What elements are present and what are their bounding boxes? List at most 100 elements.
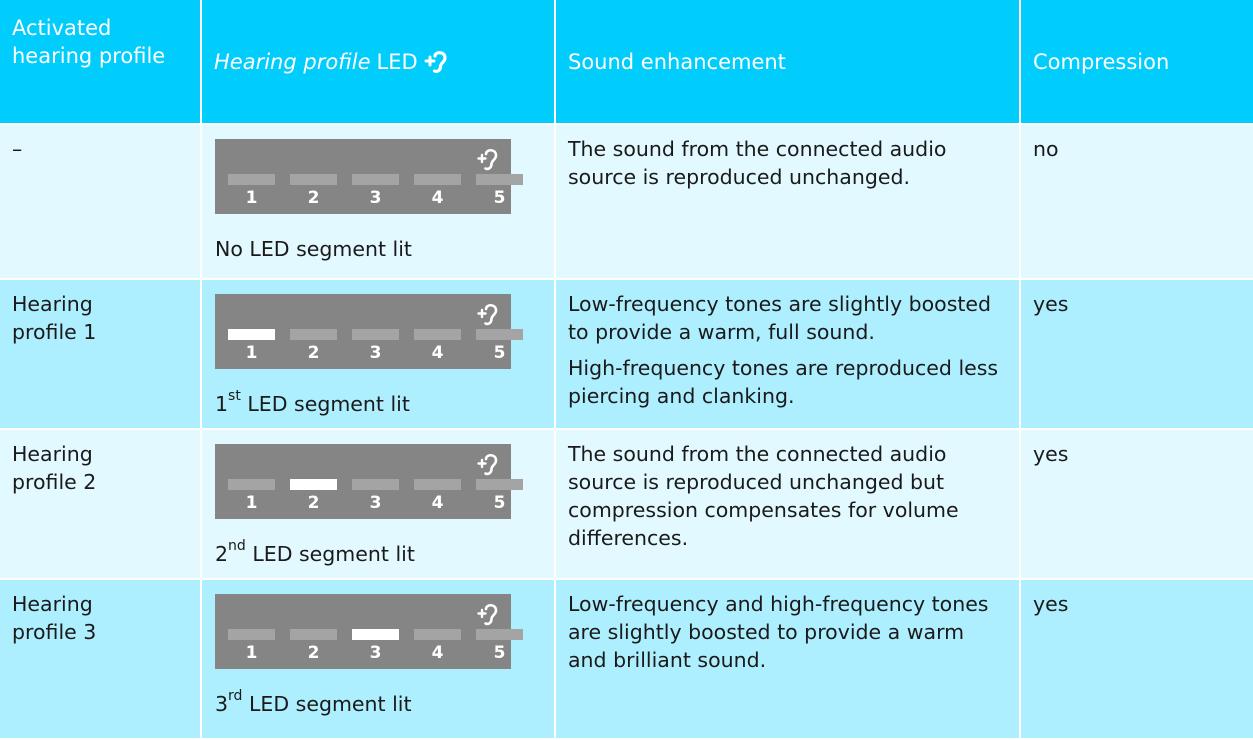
led-segment-1: [228, 479, 275, 490]
led-number-2: 2: [307, 188, 320, 208]
led-segment-2: [290, 629, 337, 640]
hearing-profile-table: Activated hearing profile Hearing profil…: [0, 0, 1253, 740]
profile-cell: Hearing profile 3: [0, 580, 202, 740]
led-segment-1: [228, 174, 275, 185]
header-compression: Compression: [1021, 0, 1253, 125]
led-segment-1: [228, 329, 275, 340]
led-caption: 3rd LED segment lit: [215, 685, 554, 718]
led-segment-3: [352, 629, 399, 640]
led-segment-5: [476, 479, 523, 490]
sound-enhancement-cell: Low-frequency tones are slightly boosted…: [556, 280, 1021, 430]
led-cell: 1 2 3 4 5 3rd LED segment lit: [202, 580, 556, 740]
led-cell: 1 2 3 4 5 No LED segment lit: [202, 125, 556, 280]
led-panel: 1 2 3 4 5: [215, 139, 523, 214]
hearing-profile-ear-icon: [424, 50, 447, 73]
profile-name: Hearing profile 1: [12, 292, 97, 344]
sound-enhancement-text: High-frequency tones are reproduced less…: [568, 356, 999, 408]
led-segment-3: [352, 174, 399, 185]
led-caption-ordinal: nd: [228, 538, 246, 554]
compression-value: yes: [1033, 592, 1069, 616]
led-segment-4: [414, 629, 461, 640]
led-number-2: 2: [307, 643, 320, 663]
led-segment-3: [352, 329, 399, 340]
compression-cell: yes: [1021, 580, 1253, 740]
sound-enhancement-cell: The sound from the connected audio sourc…: [556, 125, 1021, 280]
hearing-profile-ear-icon: [477, 148, 498, 171]
led-number-4: 4: [431, 643, 444, 663]
led-segment-4: [414, 479, 461, 490]
profile-name: Hearing profile 2: [12, 442, 97, 494]
led-segment-4: [414, 329, 461, 340]
led-segment-2: [290, 329, 337, 340]
header-sound-enhancement: Sound enhancement: [556, 0, 1021, 125]
sound-enhancement-text: The sound from the connected audio sourc…: [568, 442, 959, 550]
led-caption-suffix: LED segment lit: [240, 391, 410, 416]
sound-enhancement-text: The sound from the connected audio sourc…: [568, 137, 947, 189]
led-number-4: 4: [431, 343, 444, 363]
led-number-5: 5: [493, 493, 506, 513]
hearing-profile-ear-icon: [477, 303, 498, 326]
led-number-1: 1: [245, 643, 258, 663]
profile-cell: Hearing profile 2: [0, 430, 202, 580]
led-number-2: 2: [307, 343, 320, 363]
led-caption-ordinal: rd: [228, 688, 243, 704]
compression-cell: no: [1021, 125, 1253, 280]
led-caption: No LED segment lit: [215, 230, 554, 263]
led-number-4: 4: [431, 493, 444, 513]
compression-cell: yes: [1021, 280, 1253, 430]
led-number-3: 3: [369, 188, 382, 208]
sound-enhancement-cell: Low-frequency and high-frequency tones a…: [556, 580, 1021, 740]
led-caption-text: 3: [215, 691, 229, 716]
led-segment-5: [476, 329, 523, 340]
led-caption-text: 1: [215, 391, 229, 416]
sound-enhancement-cell: The sound from the connected audio sourc…: [556, 430, 1021, 580]
header-compression-label: Compression: [1033, 49, 1170, 74]
led-number-4: 4: [431, 188, 444, 208]
hearing-profile-ear-icon: [477, 603, 498, 626]
led-number-1: 1: [245, 188, 258, 208]
header-led: Hearing profile LED: [202, 0, 556, 125]
led-number-5: 5: [493, 343, 506, 363]
led-number-5: 5: [493, 188, 506, 208]
led-number-1: 1: [245, 343, 258, 363]
led-number-3: 3: [369, 643, 382, 663]
led-number-2: 2: [307, 493, 320, 513]
led-panel: 1 2 3 4 5: [215, 444, 523, 519]
sound-enhancement-text: Low-frequency tones are slightly boosted…: [568, 292, 992, 344]
header-activated-profile: Activated hearing profile: [0, 0, 202, 125]
compression-value: yes: [1033, 442, 1069, 466]
led-panel: 1 2 3 4 5: [215, 594, 523, 669]
led-caption-suffix: LED segment lit: [242, 691, 412, 716]
led-segment-5: [476, 629, 523, 640]
header-led-label: LED: [376, 49, 418, 74]
led-cell: 1 2 3 4 5 1st LED segment lit: [202, 280, 556, 430]
hearing-profile-ear-icon: [477, 453, 498, 476]
header-sound-enhancement-label: Sound enhancement: [568, 49, 786, 74]
led-number-1: 1: [245, 493, 258, 513]
led-segment-1: [228, 629, 275, 640]
led-number-3: 3: [369, 343, 382, 363]
led-panel: 1 2 3 4 5: [215, 294, 523, 369]
profile-cell: –: [0, 125, 202, 280]
header-led-italic: Hearing profile: [214, 49, 371, 74]
led-cell: 1 2 3 4 5 2nd LED segment lit: [202, 430, 556, 580]
compression-cell: yes: [1021, 430, 1253, 580]
led-caption-text: 2: [215, 541, 229, 566]
led-segment-3: [352, 479, 399, 490]
profile-name: Hearing profile 3: [12, 592, 97, 644]
led-segment-2: [290, 174, 337, 185]
led-caption-text: No LED segment lit: [215, 236, 412, 261]
profile-cell: Hearing profile 1: [0, 280, 202, 430]
compression-value: no: [1033, 137, 1059, 161]
led-caption-ordinal: st: [228, 388, 241, 404]
led-number-3: 3: [369, 493, 382, 513]
led-segment-4: [414, 174, 461, 185]
led-caption-suffix: LED segment lit: [245, 541, 415, 566]
led-segment-2: [290, 479, 337, 490]
led-segment-5: [476, 174, 523, 185]
compression-value: yes: [1033, 292, 1069, 316]
led-caption: 2nd LED segment lit: [215, 535, 554, 568]
sound-enhancement-text: Low-frequency and high-frequency tones a…: [568, 592, 989, 672]
led-number-5: 5: [493, 643, 506, 663]
led-caption: 1st LED segment lit: [215, 385, 554, 418]
